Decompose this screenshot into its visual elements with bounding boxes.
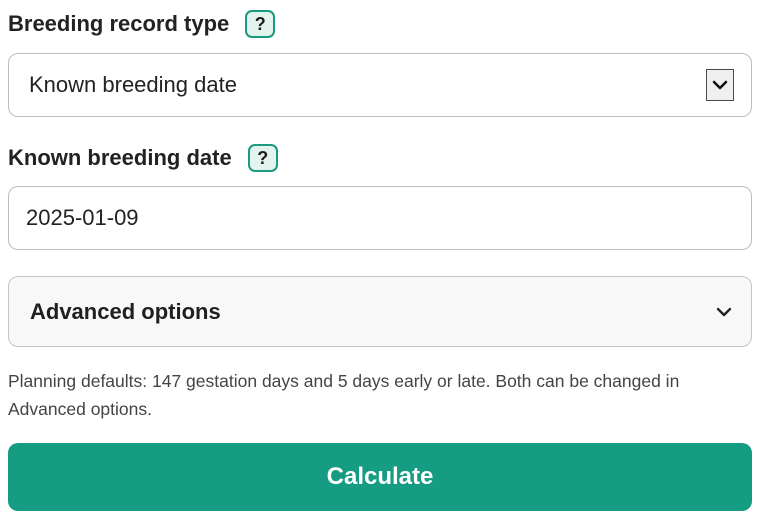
breeding-record-type-help-button[interactable]: ? [245,10,276,38]
breeding-record-type-selected-value: Known breeding date [29,72,237,97]
known-breeding-date-help-button[interactable]: ? [247,144,278,172]
chevron-down-icon [712,80,728,90]
advanced-options-title: Advanced options [30,298,221,324]
breeding-calculator-form: Breeding record type ? Known breeding da… [0,0,760,519]
known-breeding-date-input[interactable]: 2025-01-09 [8,186,752,250]
calculate-button[interactable]: Calculate [8,443,752,511]
select-dropdown-button[interactable] [706,69,734,101]
breeding-record-type-label: Breeding record type [8,11,230,36]
chevron-down-icon [716,307,732,317]
breeding-record-type-label-row: Breeding record type ? [8,10,276,38]
known-breeding-date-label: Known breeding date [8,145,232,170]
advanced-options-toggle[interactable]: Advanced options [8,276,752,347]
known-breeding-date-label-row: Known breeding date ? [8,144,278,172]
breeding-record-type-select[interactable]: Known breeding date [8,53,752,117]
known-breeding-date-value: 2025-01-09 [26,205,139,230]
planning-defaults-note: Planning defaults: 147 gestation days an… [8,371,680,419]
